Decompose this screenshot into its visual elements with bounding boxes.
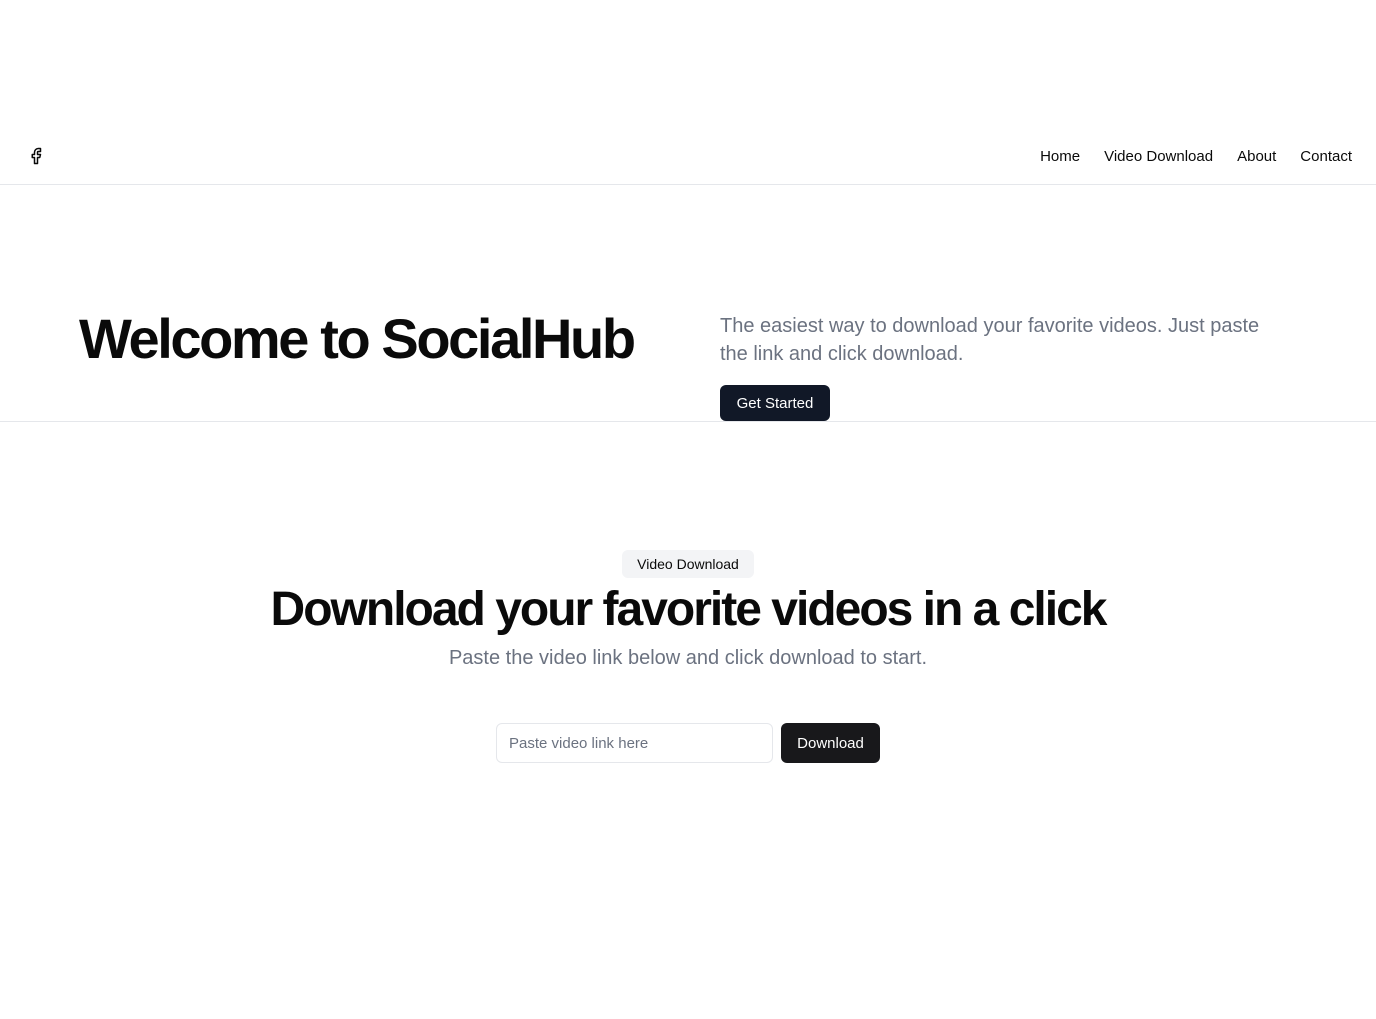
main-nav: Home Video Download About Contact: [1040, 128, 1352, 184]
download-button[interactable]: Download: [781, 723, 880, 763]
facebook-icon[interactable]: [27, 143, 45, 169]
nav-home[interactable]: Home: [1040, 148, 1080, 165]
nav-video-download[interactable]: Video Download: [1104, 148, 1213, 165]
hero-title: Welcome to SocialHub: [79, 307, 636, 370]
site-header: Home Video Download About Contact: [0, 128, 1376, 185]
hero-description: The easiest way to download your favorit…: [720, 315, 1260, 365]
nav-about[interactable]: About: [1237, 148, 1276, 165]
download-title: Download your favorite videos in a click: [270, 583, 1108, 636]
download-subtitle: Paste the video link below and click dow…: [448, 647, 928, 669]
nav-contact[interactable]: Contact: [1300, 148, 1352, 165]
section-badge: Video Download: [622, 550, 754, 578]
video-link-input[interactable]: [496, 723, 773, 763]
hero-section: Welcome to SocialHub The easiest way to …: [0, 185, 1376, 422]
get-started-button[interactable]: Get Started: [720, 385, 830, 421]
